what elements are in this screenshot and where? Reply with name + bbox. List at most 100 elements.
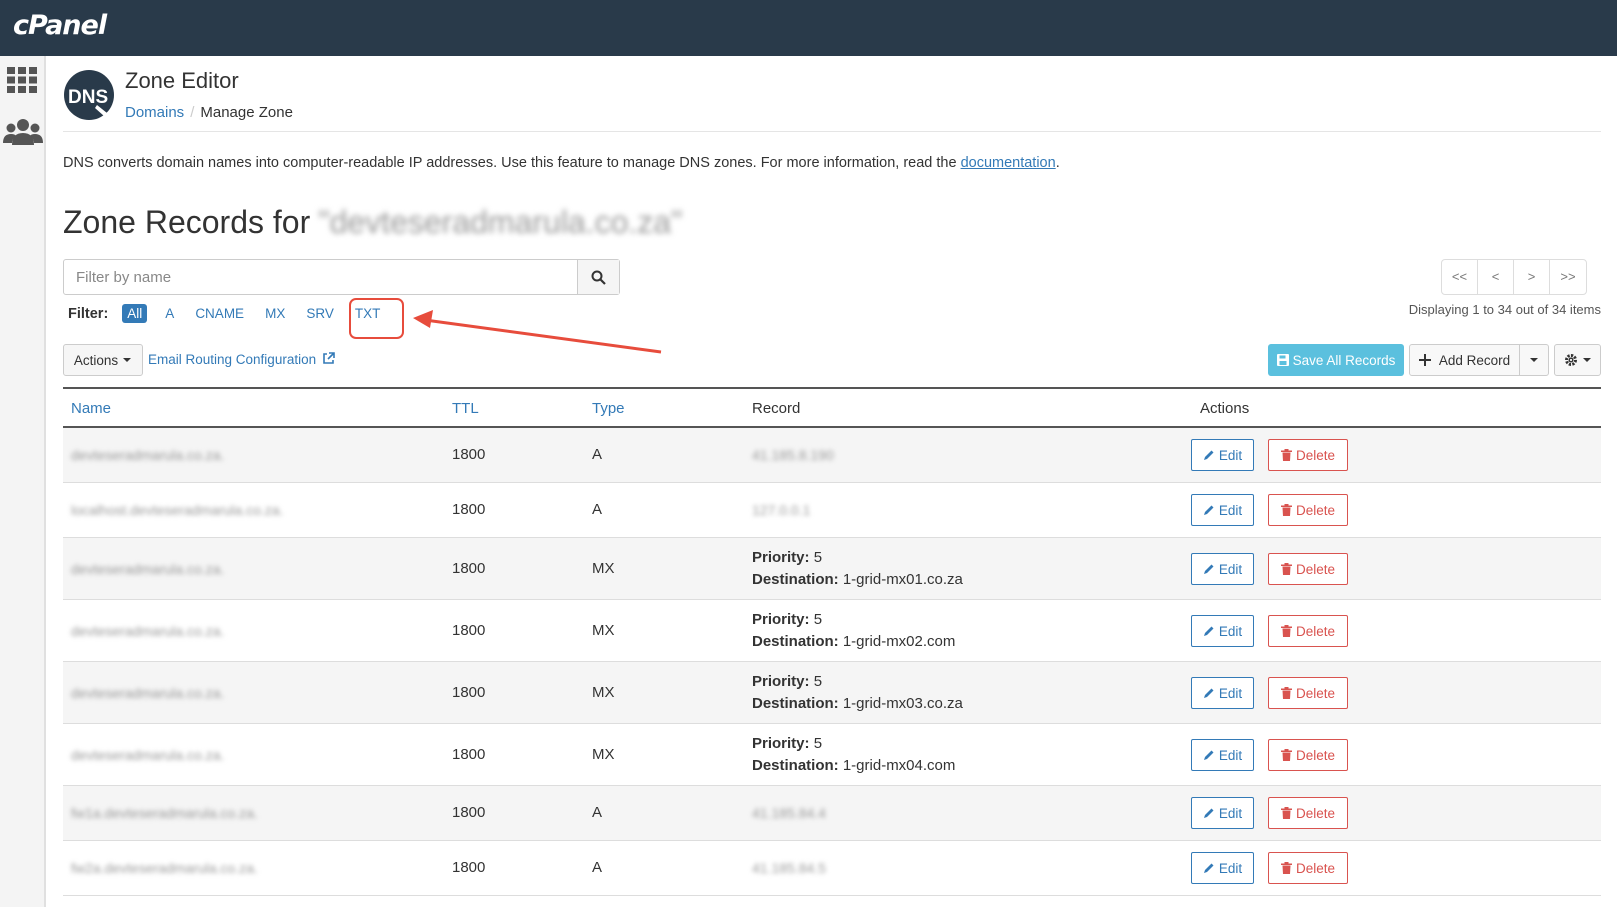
apps-grid-icon[interactable] [7, 67, 37, 93]
record-ip: 41.185.8.190 [752, 447, 834, 463]
edit-label: Edit [1218, 623, 1243, 639]
email-routing-link[interactable]: Email Routing Configuration [148, 352, 335, 367]
record-name: fw2a.devteseradmarula.co.za. [71, 860, 258, 876]
edit-button[interactable]: Edit [1191, 494, 1254, 526]
edit-button[interactable]: Edit [1191, 553, 1254, 585]
table-row: fw1a.devteseradmarula.co.za. 1800 A 41.1… [63, 786, 1601, 841]
table-row: fw2a.devteseradmarula.co.za. 1800 A 41.1… [63, 841, 1601, 896]
next-page-button[interactable]: > [1514, 260, 1550, 294]
actions-dropdown-button[interactable]: Actions [63, 344, 143, 376]
record-name: devteseradmarula.co.za. [71, 685, 225, 701]
documentation-link[interactable]: documentation [961, 155, 1056, 171]
table-row: devteseradmarula.co.za. 1800 MX Priority… [63, 600, 1601, 662]
edit-button[interactable]: Edit [1191, 677, 1254, 709]
filter-cname[interactable]: CNAME [195, 304, 244, 323]
cpanel-logo[interactable]: cPanel [13, 10, 107, 41]
settings-dropdown-button[interactable] [1554, 344, 1601, 376]
table-row: devteseradmarula.co.za. 1800 MX Priority… [63, 662, 1601, 724]
edit-label: Edit [1218, 805, 1243, 821]
record-type: MX [592, 746, 615, 763]
record-name: devteseradmarula.co.za. [71, 623, 225, 639]
column-header-ttl[interactable]: TTL [452, 400, 479, 417]
pencil-icon [1203, 626, 1214, 636]
caret-down-icon [123, 358, 132, 362]
pencil-icon [1203, 863, 1214, 873]
destination-value: 1-grid-mx03.co.za [842, 695, 963, 712]
record-name: devteseradmarula.co.za. [71, 561, 225, 577]
record-ip: 41.185.84.4 [752, 805, 826, 821]
users-icon[interactable] [3, 118, 43, 146]
search-button[interactable] [577, 260, 619, 294]
record-value: 41.185.8.190 [752, 444, 834, 467]
svg-text:DNS: DNS [68, 87, 108, 108]
destination-label: Destination: [752, 633, 839, 650]
record-type: A [592, 446, 603, 463]
record-ip: 41.185.84.5 [752, 860, 826, 876]
edit-button[interactable]: Edit [1191, 439, 1254, 471]
filter-a[interactable]: A [165, 304, 174, 323]
record-name: devteseradmarula.co.za. [71, 447, 225, 463]
table-row: devteseradmarula.co.za. 1800 MX Priority… [63, 724, 1601, 786]
table-row: devteseradmarula.co.za. 1800 MX Priority… [63, 538, 1601, 600]
edit-button[interactable]: Edit [1191, 797, 1254, 829]
trash-icon [1280, 807, 1292, 819]
delete-button[interactable]: Delete [1268, 739, 1348, 771]
email-routing-label: Email Routing Configuration [148, 352, 317, 367]
description-text: DNS converts domain names into computer-… [63, 155, 961, 171]
breadcrumb-current: Manage Zone [200, 104, 293, 121]
record-type: MX [592, 560, 615, 577]
save-icon [1276, 354, 1289, 366]
record-value: Priority: 5 Destination: 1-grid-mx04.com [752, 733, 955, 777]
priority-value: 5 [813, 673, 823, 690]
filter-all[interactable]: All [122, 304, 148, 323]
page-title: Zone Editor [125, 68, 239, 93]
trash-icon [1280, 449, 1292, 461]
save-all-records-button[interactable]: Save All Records [1268, 344, 1404, 376]
delete-button[interactable]: Delete [1268, 553, 1348, 585]
edit-label: Edit [1218, 685, 1243, 701]
delete-button[interactable]: Delete [1268, 615, 1348, 647]
record-type: A [592, 859, 603, 876]
edit-button[interactable]: Edit [1191, 852, 1254, 884]
pencil-icon [1203, 564, 1214, 574]
delete-button[interactable]: Delete [1268, 797, 1348, 829]
column-header-record: Record [752, 400, 801, 417]
destination-label: Destination: [752, 571, 839, 588]
zone-domain-name: "devteseradmarula.co.za" [318, 204, 683, 240]
last-page-button[interactable]: >> [1550, 260, 1586, 294]
destination-value: 1-grid-mx01.co.za [842, 571, 963, 588]
breadcrumb-domains-link[interactable]: Domains [125, 104, 184, 121]
priority-value: 5 [813, 611, 823, 628]
record-value: Priority: 5 Destination: 1-grid-mx03.co.… [752, 671, 963, 715]
table-header: Name TTL Type Record Actions [63, 387, 1601, 428]
caret-down-icon [1530, 358, 1538, 362]
trash-icon [1280, 563, 1292, 575]
table-row: devteseradmarula.co.za. 1800 A 41.185.8.… [63, 428, 1601, 483]
external-link-icon [323, 352, 335, 364]
pencil-icon [1203, 505, 1214, 515]
column-header-name[interactable]: Name [71, 400, 111, 417]
record-value: 41.185.84.5 [752, 857, 826, 880]
delete-button[interactable]: Delete [1268, 852, 1348, 884]
filter-mx[interactable]: MX [265, 304, 285, 323]
add-record-dropdown-toggle[interactable] [1520, 345, 1548, 375]
record-type: MX [592, 622, 615, 639]
pencil-icon [1203, 750, 1214, 760]
record-ttl: 1800 [452, 622, 486, 639]
edit-button[interactable]: Edit [1191, 739, 1254, 771]
first-page-button[interactable]: << [1442, 260, 1478, 294]
annotation-arrow [413, 310, 662, 354]
delete-button[interactable]: Delete [1268, 439, 1348, 471]
delete-button[interactable]: Delete [1268, 677, 1348, 709]
prev-page-button[interactable]: < [1478, 260, 1514, 294]
column-header-type[interactable]: Type [592, 400, 625, 417]
edit-label: Edit [1218, 447, 1243, 463]
add-record-button-group: Add Record [1409, 344, 1549, 376]
edit-button[interactable]: Edit [1191, 615, 1254, 647]
add-record-button[interactable]: Add Record [1410, 345, 1520, 375]
filter-srv[interactable]: SRV [306, 304, 334, 323]
filter-by-name-input[interactable] [64, 260, 577, 294]
trash-icon [1280, 504, 1292, 516]
delete-button[interactable]: Delete [1268, 494, 1348, 526]
record-ttl: 1800 [452, 501, 486, 518]
